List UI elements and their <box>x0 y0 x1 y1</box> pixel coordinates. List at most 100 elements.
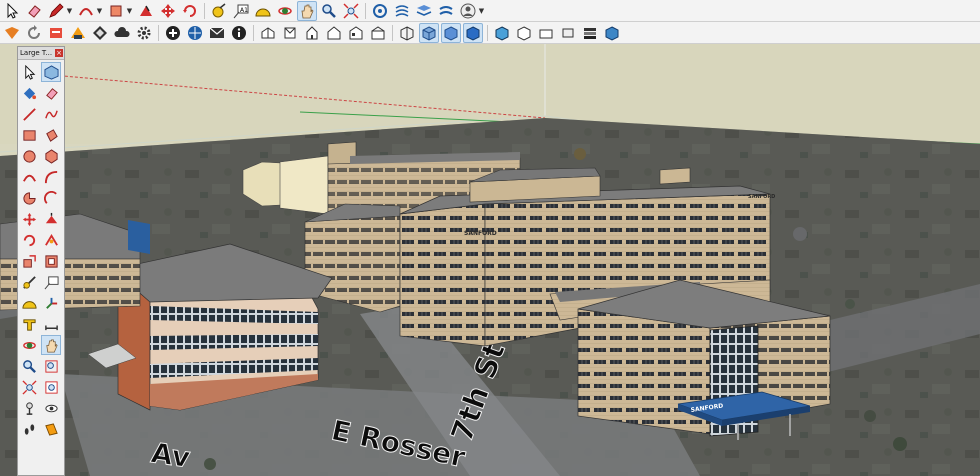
stacked-layers-icon <box>584 27 596 39</box>
section-button[interactable] <box>68 23 88 43</box>
toolbar-separator <box>487 24 488 41</box>
scale-tool[interactable] <box>19 251 39 271</box>
front-view-button[interactable] <box>302 23 322 43</box>
settings-button[interactable] <box>134 23 154 43</box>
two-point-arc-tool[interactable] <box>41 167 61 187</box>
move-tool-button[interactable] <box>158 1 178 21</box>
add-location-button[interactable] <box>163 23 183 43</box>
shapes-tool-button[interactable] <box>106 1 126 21</box>
top-view-button[interactable] <box>280 23 300 43</box>
orbit-tool-button[interactable] <box>275 1 295 21</box>
perspective-button[interactable] <box>397 23 417 43</box>
component-tool[interactable] <box>41 62 61 82</box>
push-pull-tool-button[interactable] <box>136 1 156 21</box>
pan-tool-button[interactable] <box>297 0 317 21</box>
hidden-line-button[interactable] <box>492 23 512 43</box>
building-sign-2: SANFORD <box>748 194 775 200</box>
zoom-window-tool[interactable] <box>41 356 61 376</box>
pan-tool[interactable] <box>41 335 61 355</box>
model-info-button[interactable] <box>229 23 249 43</box>
hand-out-button[interactable] <box>2 23 22 43</box>
color-by-tag-button[interactable] <box>602 23 622 43</box>
arc-dropdown[interactable]: ▼ <box>96 1 103 21</box>
rotated-rectangle-tool[interactable] <box>41 125 61 145</box>
pie-tool[interactable] <box>19 188 39 208</box>
pan-hand-icon <box>45 339 58 352</box>
offset-tool[interactable] <box>41 251 61 271</box>
axes-tool[interactable] <box>41 293 61 313</box>
share-model-button[interactable] <box>436 1 456 21</box>
shaded-button[interactable] <box>514 23 534 43</box>
look-around-tool[interactable] <box>41 398 61 418</box>
previous-view-tool[interactable] <box>41 377 61 397</box>
info-icon <box>232 25 246 40</box>
orbit-tool[interactable] <box>19 335 39 355</box>
text-tool-button[interactable]: A1 <box>231 1 251 21</box>
select-tool[interactable] <box>19 62 39 82</box>
rectangle-icon <box>22 129 36 141</box>
tape-measure-button[interactable] <box>209 1 229 21</box>
circle-tool[interactable] <box>19 146 39 166</box>
pencil-tool-button[interactable] <box>46 1 66 21</box>
refresh-button[interactable] <box>24 23 44 43</box>
zoom-tool[interactable] <box>19 356 39 376</box>
zoom-extents-button[interactable] <box>341 1 361 21</box>
line-tool[interactable] <box>19 104 39 124</box>
right-view-button[interactable] <box>324 23 344 43</box>
zoom-extents-tool[interactable] <box>19 377 39 397</box>
walk-tool[interactable] <box>19 419 39 439</box>
stacked-layers-button[interactable] <box>580 23 600 43</box>
eraser-icon <box>45 87 58 100</box>
3d-warehouse-button[interactable] <box>370 1 390 21</box>
arc-tool-button[interactable] <box>76 1 96 21</box>
move-tool[interactable] <box>19 209 39 229</box>
model-viewport[interactable]: E Rosser Av 7th St SANFORD SANFORD SANFO… <box>0 44 980 476</box>
arc-tool[interactable] <box>19 167 39 187</box>
message-button[interactable] <box>207 23 227 43</box>
rotate-tool[interactable] <box>19 230 39 250</box>
eraser-tool[interactable] <box>41 83 61 103</box>
paint-bucket-tool[interactable] <box>19 83 39 103</box>
freehand-tool[interactable] <box>41 104 61 124</box>
close-icon[interactable]: × <box>55 49 63 57</box>
push-pull-tool[interactable] <box>41 209 61 229</box>
protractor-tool[interactable] <box>19 293 39 313</box>
section-plane-tool[interactable] <box>41 419 61 439</box>
monochrome-button[interactable] <box>558 23 578 43</box>
account-dropdown[interactable]: ▼ <box>478 1 485 21</box>
rotate-tool-button[interactable] <box>180 1 200 21</box>
eraser-tool-button[interactable] <box>24 1 44 21</box>
dimension-tool[interactable] <box>41 314 61 334</box>
diamond-button[interactable] <box>90 23 110 43</box>
back-view-button[interactable] <box>346 23 366 43</box>
follow-me-tool[interactable] <box>41 230 61 250</box>
iso-house-icon <box>261 26 275 38</box>
tags-button[interactable] <box>46 23 66 43</box>
three-point-arc-tool[interactable] <box>41 188 61 208</box>
3d-text-tool[interactable] <box>19 314 39 334</box>
xray-button[interactable] <box>419 22 439 43</box>
select-tool-button[interactable] <box>2 1 22 21</box>
back-edges-button[interactable] <box>441 22 461 43</box>
position-camera-tool[interactable] <box>19 398 39 418</box>
zoom-tool-button[interactable] <box>319 1 339 21</box>
left-view-button[interactable] <box>368 23 388 43</box>
freehand-icon <box>44 110 58 118</box>
tape-measure-tool[interactable] <box>19 272 39 292</box>
account-button[interactable] <box>458 1 478 21</box>
rectangle-tool[interactable] <box>19 125 39 145</box>
iso-view-button[interactable] <box>258 23 278 43</box>
wireframe-button[interactable] <box>463 22 483 43</box>
shapes-dropdown[interactable]: ▼ <box>126 1 133 21</box>
cloud-button[interactable] <box>112 23 132 43</box>
styles-button[interactable] <box>414 1 434 21</box>
protractor-button[interactable] <box>253 1 273 21</box>
polygon-tool[interactable] <box>41 146 61 166</box>
blue-cube-icon <box>605 25 619 41</box>
shaded-textures-button[interactable] <box>536 23 556 43</box>
pencil-dropdown[interactable]: ▼ <box>66 1 73 21</box>
extension-warehouse-button[interactable] <box>392 1 412 21</box>
text-tool[interactable] <box>41 272 61 292</box>
photo-textures-button[interactable] <box>185 23 205 43</box>
large-tool-set-title[interactable]: Large T... × <box>18 47 64 60</box>
